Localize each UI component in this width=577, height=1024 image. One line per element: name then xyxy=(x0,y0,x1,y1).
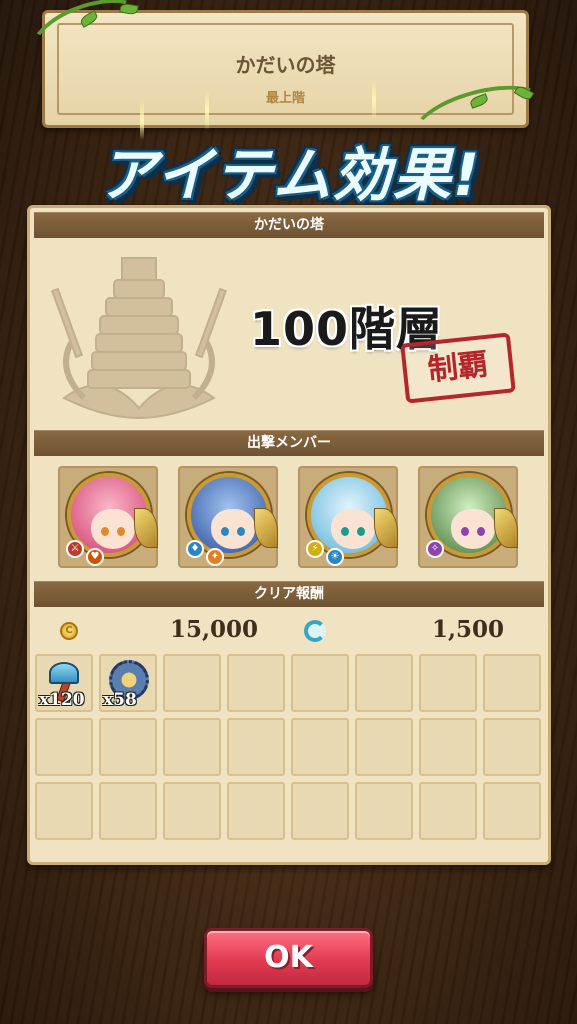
coin-icon: C xyxy=(60,622,78,640)
result-panel: かだいの塔 100階層 制覇 出撃メンバー ⚔ ♥ ♦ ✦ ⚡ ☀ ✧ クリア報… xyxy=(27,205,551,865)
empty-slot xyxy=(291,782,349,840)
item-slot[interactable]: x58 xyxy=(99,654,157,712)
empty-slot xyxy=(163,782,221,840)
empty-slot xyxy=(35,782,93,840)
empty-slot xyxy=(99,718,157,776)
section-header-tower: かだいの塔 xyxy=(34,212,544,238)
empty-slot xyxy=(355,654,413,712)
item-count: x120 xyxy=(39,690,85,710)
item-reward-grid: x120 x58 xyxy=(35,654,543,846)
element-icon: ⚡ xyxy=(306,540,324,558)
item-count: x58 xyxy=(103,690,137,710)
element-icon: ☀ xyxy=(326,548,344,566)
empty-slot xyxy=(483,782,541,840)
element-icon: ♥ xyxy=(86,548,104,566)
empty-slot xyxy=(483,718,541,776)
item-slot[interactable]: x120 xyxy=(35,654,93,712)
empty-slot xyxy=(291,654,349,712)
empty-slot xyxy=(163,718,221,776)
ok-button[interactable]: OK xyxy=(204,928,373,988)
section-header-members: 出撃メンバー xyxy=(34,430,544,456)
member-card-4[interactable]: ✧ xyxy=(418,466,518,568)
gold-reward-value: 15,000 xyxy=(170,616,259,643)
member-card-1[interactable]: ⚔ ♥ xyxy=(58,466,158,568)
item-effect-banner: アイテム効果! xyxy=(20,122,560,214)
empty-slot xyxy=(291,718,349,776)
empty-slot xyxy=(355,718,413,776)
empty-slot xyxy=(227,718,285,776)
empty-slot xyxy=(483,654,541,712)
empty-slot xyxy=(419,718,477,776)
sparkle-icon xyxy=(372,80,376,120)
element-icon: ✦ xyxy=(206,548,224,566)
element-icon: ♦ xyxy=(186,540,204,558)
axe-icon xyxy=(49,662,79,684)
empty-slot xyxy=(35,718,93,776)
empty-slot xyxy=(419,654,477,712)
element-icon: ⚔ xyxy=(66,540,84,558)
banner-text: アイテム効果! xyxy=(98,141,482,209)
empty-slot xyxy=(227,782,285,840)
currency-rewards: C 15,000 1,500 xyxy=(30,613,548,647)
member-card-2[interactable]: ♦ ✦ xyxy=(178,466,278,568)
spirit-icon xyxy=(304,620,326,642)
clear-stamp: 制覇 xyxy=(400,332,516,404)
empty-slot xyxy=(99,782,157,840)
tower-emblem-icon xyxy=(50,257,228,420)
empty-slot xyxy=(227,654,285,712)
element-icon: ✧ xyxy=(426,540,444,558)
empty-slot xyxy=(163,654,221,712)
empty-slot xyxy=(355,782,413,840)
spirit-reward-value: 1,500 xyxy=(432,616,505,643)
section-header-rewards: クリア報酬 xyxy=(34,581,544,607)
member-card-3[interactable]: ⚡ ☀ xyxy=(298,466,398,568)
empty-slot xyxy=(419,782,477,840)
member-list: ⚔ ♥ ♦ ✦ ⚡ ☀ ✧ xyxy=(58,466,526,568)
